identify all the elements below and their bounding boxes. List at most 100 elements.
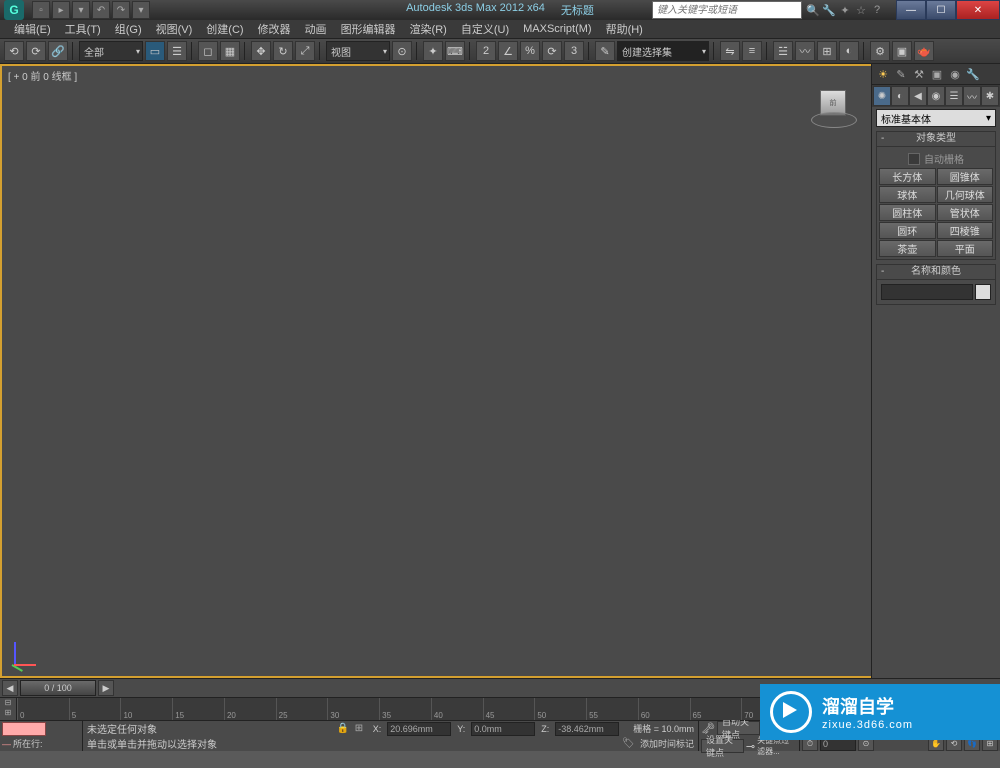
next-frame-icon[interactable]: ▶ — [98, 680, 114, 696]
btn-sphere[interactable]: 球体 — [879, 186, 936, 203]
undo-icon[interactable]: ↶ — [92, 1, 110, 19]
help-search-input[interactable] — [652, 1, 802, 19]
align-icon[interactable]: ≡ — [742, 41, 762, 61]
y-input[interactable]: 0.0mm — [471, 722, 535, 736]
btn-cylinder[interactable]: 圆柱体 — [879, 204, 936, 221]
tab-utilities[interactable]: 〰 — [963, 86, 981, 106]
menu-tools[interactable]: 工具(T) — [59, 20, 107, 38]
undo-link-icon[interactable]: ⟲ — [4, 41, 24, 61]
select-by-name-icon[interactable]: ☰ — [167, 41, 187, 61]
redo-link-icon[interactable]: ⟳ — [26, 41, 46, 61]
menu-rendering[interactable]: 渲染(R) — [404, 20, 453, 38]
coord-icon[interactable]: ⊞ — [355, 723, 367, 735]
snap-angle-icon[interactable]: ∠ — [498, 41, 518, 61]
named-selection-dropdown[interactable]: 创建选择集 — [617, 41, 709, 61]
timeline-toggle[interactable]: ⊟ ⊞ — [0, 698, 17, 720]
select-object-icon[interactable]: ▭ — [145, 41, 165, 61]
globe-icon[interactable]: ◉ — [948, 67, 962, 81]
render-frame-icon[interactable]: ▣ — [892, 41, 912, 61]
schematic-icon[interactable]: ⊞ — [817, 41, 837, 61]
menu-grapheditors[interactable]: 图形编辑器 — [335, 20, 402, 38]
viewport-label[interactable]: [ + 0 前 0 线框 ] — [8, 68, 77, 83]
btn-pyramid[interactable]: 四棱锥 — [937, 222, 994, 239]
script-listener[interactable] — [2, 722, 46, 736]
time-slider-handle[interactable]: 0 / 100 — [20, 680, 96, 696]
hammer-icon[interactable]: ⚒ — [912, 67, 926, 81]
rollout-header[interactable]: 对象类型 — [877, 132, 995, 147]
viewcube-ring-icon[interactable] — [811, 112, 857, 128]
btn-teapot[interactable]: 茶壶 — [879, 240, 936, 257]
favorite-icon[interactable]: ☆ — [854, 3, 868, 17]
layers-icon[interactable]: ☱ — [773, 41, 793, 61]
select-scale-icon[interactable]: ⤢ — [295, 41, 315, 61]
mirror-icon[interactable]: ⇋ — [720, 41, 740, 61]
tab-display[interactable]: ☰ — [945, 86, 963, 106]
tag-icon[interactable]: 🏷 — [622, 738, 634, 750]
menu-views[interactable]: 视图(V) — [150, 20, 199, 38]
snap-3d-icon[interactable]: 3 — [564, 41, 584, 61]
search-icon[interactable]: 🔍 — [806, 3, 820, 17]
spinner-snap-icon[interactable]: ⟳ — [542, 41, 562, 61]
close-button[interactable]: ✕ — [956, 0, 1000, 20]
snap-percent-icon[interactable]: % — [520, 41, 540, 61]
snap-2d-icon[interactable]: 2 — [476, 41, 496, 61]
use-center-icon[interactable]: ⊙ — [392, 41, 412, 61]
save-icon[interactable]: ▾ — [72, 1, 90, 19]
autogrid-checkbox[interactable]: 自动栅格 — [879, 149, 993, 168]
btn-box[interactable]: 长方体 — [879, 168, 936, 185]
key-icon-2[interactable]: ⊸ — [746, 740, 755, 753]
btn-plane[interactable]: 平面 — [937, 240, 994, 257]
checkbox-icon[interactable] — [908, 153, 920, 165]
btn-geosphere[interactable]: 几何球体 — [937, 186, 994, 203]
ref-coord-dropdown[interactable]: 视图 — [326, 41, 390, 61]
collapse-icon[interactable]: ⊞ — [0, 708, 16, 718]
add-time-tag[interactable]: 添加时间标记 — [640, 737, 694, 750]
object-color-swatch[interactable] — [975, 284, 991, 300]
material-editor-icon[interactable]: ◐ — [839, 41, 859, 61]
btn-cone[interactable]: 圆锥体 — [937, 168, 994, 185]
menu-customize[interactable]: 自定义(U) — [455, 20, 515, 38]
brush-icon[interactable]: ✎ — [894, 67, 908, 81]
category-dropdown[interactable]: 标准基本体▾ — [876, 109, 996, 127]
viewport[interactable]: [ + 0 前 0 线框 ] 前 — [0, 64, 871, 678]
help-icon[interactable]: ? — [870, 3, 884, 17]
light-icon[interactable]: ☀ — [876, 67, 890, 81]
menu-create[interactable]: 创建(C) — [200, 20, 249, 38]
tab-systems[interactable]: ✱ — [981, 86, 999, 106]
app-logo-icon[interactable]: G — [4, 0, 24, 20]
window-crossing-icon[interactable]: ▦ — [220, 41, 240, 61]
screen-icon[interactable]: ▣ — [930, 67, 944, 81]
qat-more-icon[interactable]: ▾ — [132, 1, 150, 19]
z-input[interactable]: -38.462mm — [555, 722, 619, 736]
selection-region-icon[interactable]: ◻ — [198, 41, 218, 61]
viewcube[interactable]: 前 — [811, 90, 855, 130]
selection-filter-dropdown[interactable]: 全部 — [79, 41, 143, 61]
render-icon[interactable]: 🫖 — [914, 41, 934, 61]
wrench-icon[interactable]: 🔧 — [966, 67, 980, 81]
manipulate-icon[interactable]: ✦ — [423, 41, 443, 61]
select-move-icon[interactable]: ✥ — [251, 41, 271, 61]
x-input[interactable]: 20.696mm — [387, 722, 451, 736]
menu-modifiers[interactable]: 修改器 — [252, 20, 297, 38]
maximize-button[interactable]: ☐ — [926, 0, 956, 20]
keyboard-shortcut-icon[interactable]: ⌨ — [445, 41, 465, 61]
key-icon[interactable]: 🔧 — [822, 3, 836, 17]
menu-animation[interactable]: 动画 — [299, 20, 333, 38]
btn-tube[interactable]: 管状体 — [937, 204, 994, 221]
prev-frame-icon[interactable]: ◀ — [2, 680, 18, 696]
btn-torus[interactable]: 圆环 — [879, 222, 936, 239]
tab-hierarchy[interactable]: ◀ — [909, 86, 927, 106]
lock-icon[interactable]: 🔒 — [337, 723, 349, 735]
minimize-button[interactable]: — — [896, 0, 926, 20]
link-icon[interactable]: 🔗 — [48, 41, 68, 61]
menu-group[interactable]: 组(G) — [109, 20, 148, 38]
expand-icon[interactable]: ⊟ — [0, 698, 16, 708]
new-icon[interactable]: ▫ — [32, 1, 50, 19]
curve-editor-icon[interactable]: 〰 — [795, 41, 815, 61]
menu-maxscript[interactable]: MAXScript(M) — [517, 22, 597, 36]
open-icon[interactable]: ▸ — [52, 1, 70, 19]
select-rotate-icon[interactable]: ↻ — [273, 41, 293, 61]
edit-selection-icon[interactable]: ✎ — [595, 41, 615, 61]
tab-motion[interactable]: ◉ — [927, 86, 945, 106]
object-name-input[interactable] — [881, 284, 973, 300]
